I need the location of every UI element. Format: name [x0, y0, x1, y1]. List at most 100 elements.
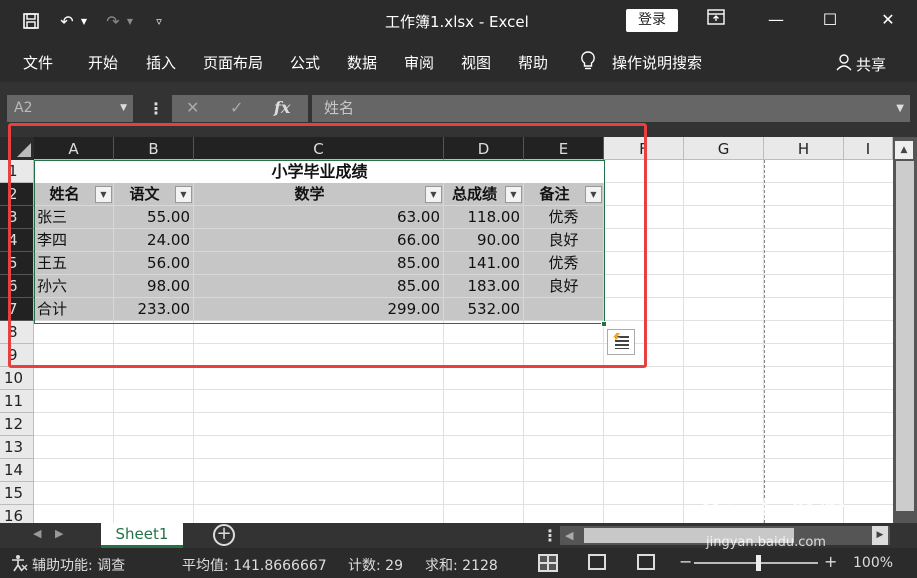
customize-qat-icon[interactable]: ▿ — [148, 10, 170, 32]
header-cell-chinese[interactable]: 语文 ▼ — [114, 183, 194, 206]
scroll-right-icon[interactable]: ▶ — [872, 526, 888, 545]
filter-dropdown-icon[interactable]: ▼ — [95, 186, 112, 203]
accessibility-status[interactable]: 辅助功能: 调查 — [32, 555, 125, 575]
insert-function-icon[interactable]: fx — [274, 98, 290, 117]
scroll-left-icon[interactable]: ◀ — [565, 526, 573, 545]
cell-remark[interactable]: 良好 — [524, 275, 604, 298]
cell-name[interactable]: 李四 — [34, 229, 114, 252]
filter-dropdown-icon[interactable]: ▼ — [175, 186, 192, 203]
column-header-h[interactable]: H — [764, 137, 844, 160]
page-layout-view-icon[interactable] — [588, 554, 606, 570]
row-header-8[interactable]: 8 — [0, 321, 34, 344]
tab-help[interactable]: 帮助 — [518, 52, 548, 73]
cell-chinese[interactable]: 233.00 — [114, 298, 194, 321]
select-all-button[interactable] — [0, 137, 34, 160]
undo-icon[interactable]: ↶ — [56, 10, 78, 32]
cell-remark[interactable]: 优秀 — [524, 206, 604, 229]
undo-dropdown-icon[interactable]: ▼ — [80, 10, 88, 32]
cell-name[interactable]: 孙六 — [34, 275, 114, 298]
cancel-icon[interactable]: ✕ — [186, 98, 199, 117]
column-header-c[interactable]: C — [194, 137, 444, 160]
more-options-icon[interactable]: ⋮ — [148, 99, 164, 118]
cell-math[interactable]: 85.00 — [194, 275, 444, 298]
zoom-out-icon[interactable]: − — [679, 552, 692, 571]
cell-chinese[interactable]: 98.00 — [114, 275, 194, 298]
row-header-1[interactable]: 1 — [0, 160, 34, 183]
row-header-10[interactable]: 10 — [0, 367, 34, 390]
row-header-15[interactable]: 15 — [0, 482, 34, 505]
chevron-down-icon[interactable]: ▼ — [120, 95, 127, 122]
share-button[interactable]: 共享 — [836, 53, 886, 75]
redo-icon[interactable]: ↷ — [102, 10, 124, 32]
login-button[interactable]: 登录 — [626, 9, 678, 32]
tab-insert[interactable]: 插入 — [146, 52, 176, 73]
cell-total[interactable]: 90.00 — [444, 229, 524, 252]
fill-handle[interactable] — [601, 321, 607, 327]
cell-total[interactable]: 118.00 — [444, 206, 524, 229]
row-header-12[interactable]: 12 — [0, 413, 34, 436]
ribbon-display-options-icon[interactable] — [704, 9, 728, 33]
filter-dropdown-icon[interactable]: ▼ — [425, 186, 442, 203]
tab-file[interactable]: 文件 — [23, 52, 53, 73]
cell-total[interactable]: 141.00 — [444, 252, 524, 275]
cell-remark[interactable] — [524, 298, 604, 321]
cell-chinese[interactable]: 24.00 — [114, 229, 194, 252]
column-header-a[interactable]: A — [34, 137, 114, 160]
tab-view[interactable]: 视图 — [461, 52, 491, 73]
enter-icon[interactable]: ✓ — [230, 98, 243, 117]
column-header-b[interactable]: B — [114, 137, 194, 160]
row-header-9[interactable]: 9 — [0, 344, 34, 367]
row-header-2[interactable]: 2 — [0, 183, 34, 206]
tab-home[interactable]: 开始 — [88, 52, 118, 73]
next-sheet-icon[interactable]: ▶ — [55, 527, 63, 540]
page-break-preview-icon[interactable] — [637, 554, 655, 570]
cell-total[interactable]: 183.00 — [444, 275, 524, 298]
redo-dropdown-icon[interactable]: ▼ — [126, 10, 134, 32]
cell-chinese[interactable]: 55.00 — [114, 206, 194, 229]
row-header-11[interactable]: 11 — [0, 390, 34, 413]
header-cell-total[interactable]: 总成绩 ▼ — [444, 183, 524, 206]
add-sheet-icon[interactable]: + — [213, 524, 235, 546]
column-header-i[interactable]: I — [844, 137, 893, 160]
prev-sheet-icon[interactable]: ◀ — [33, 527, 41, 540]
tab-review[interactable]: 审阅 — [404, 52, 434, 73]
tabs-more-icon[interactable]: ⋮ — [542, 526, 558, 545]
header-cell-name[interactable]: 姓名 ▼ — [34, 183, 114, 206]
row-header-16[interactable]: 16 — [0, 505, 34, 523]
minimize-icon[interactable]: — — [764, 9, 788, 33]
scroll-up-icon[interactable]: ▲ — [895, 141, 913, 159]
filter-dropdown-icon[interactable]: ▼ — [505, 186, 522, 203]
tell-me-search[interactable]: 操作说明搜索 — [612, 52, 702, 73]
cell-name[interactable]: 张三 — [34, 206, 114, 229]
row-header-3[interactable]: 3 — [0, 206, 34, 229]
column-header-e[interactable]: E — [524, 137, 604, 160]
row-header-5[interactable]: 5 — [0, 252, 34, 275]
zoom-level[interactable]: 100% — [853, 555, 893, 571]
accessibility-icon[interactable] — [10, 554, 28, 576]
header-cell-remark[interactable]: 备注 ▼ — [524, 183, 604, 206]
header-cell-math[interactable]: 数学 ▼ — [194, 183, 444, 206]
cell-remark[interactable]: 优秀 — [524, 252, 604, 275]
close-icon[interactable]: ✕ — [876, 9, 900, 33]
cell-remark[interactable]: 良好 — [524, 229, 604, 252]
worksheet-grid[interactable]: A B C D E F G H I 1 2 3 4 5 6 7 8 9 10 1… — [0, 137, 917, 523]
formula-input[interactable]: 姓名 ▼ — [312, 95, 910, 122]
expand-formula-icon[interactable]: ▼ — [896, 95, 904, 122]
zoom-slider-thumb[interactable] — [756, 555, 761, 571]
cell-math[interactable]: 299.00 — [194, 298, 444, 321]
lightbulb-icon[interactable] — [580, 51, 596, 75]
cell-name[interactable]: 王五 — [34, 252, 114, 275]
table-title[interactable]: 小学毕业成绩 — [34, 160, 605, 183]
maximize-icon[interactable]: ☐ — [818, 9, 842, 33]
row-header-7[interactable]: 7 — [0, 298, 34, 321]
sheet-tab-sheet1[interactable]: Sheet1 — [101, 523, 183, 548]
name-box[interactable]: A2 ▼ — [7, 95, 133, 122]
quick-analysis-icon[interactable] — [607, 329, 635, 355]
cell-math[interactable]: 85.00 — [194, 252, 444, 275]
cell-chinese[interactable]: 56.00 — [114, 252, 194, 275]
tab-page-layout[interactable]: 页面布局 — [203, 52, 263, 73]
cell-total[interactable]: 532.00 — [444, 298, 524, 321]
column-header-g[interactable]: G — [684, 137, 764, 160]
tab-formulas[interactable]: 公式 — [290, 52, 320, 73]
row-header-14[interactable]: 14 — [0, 459, 34, 482]
